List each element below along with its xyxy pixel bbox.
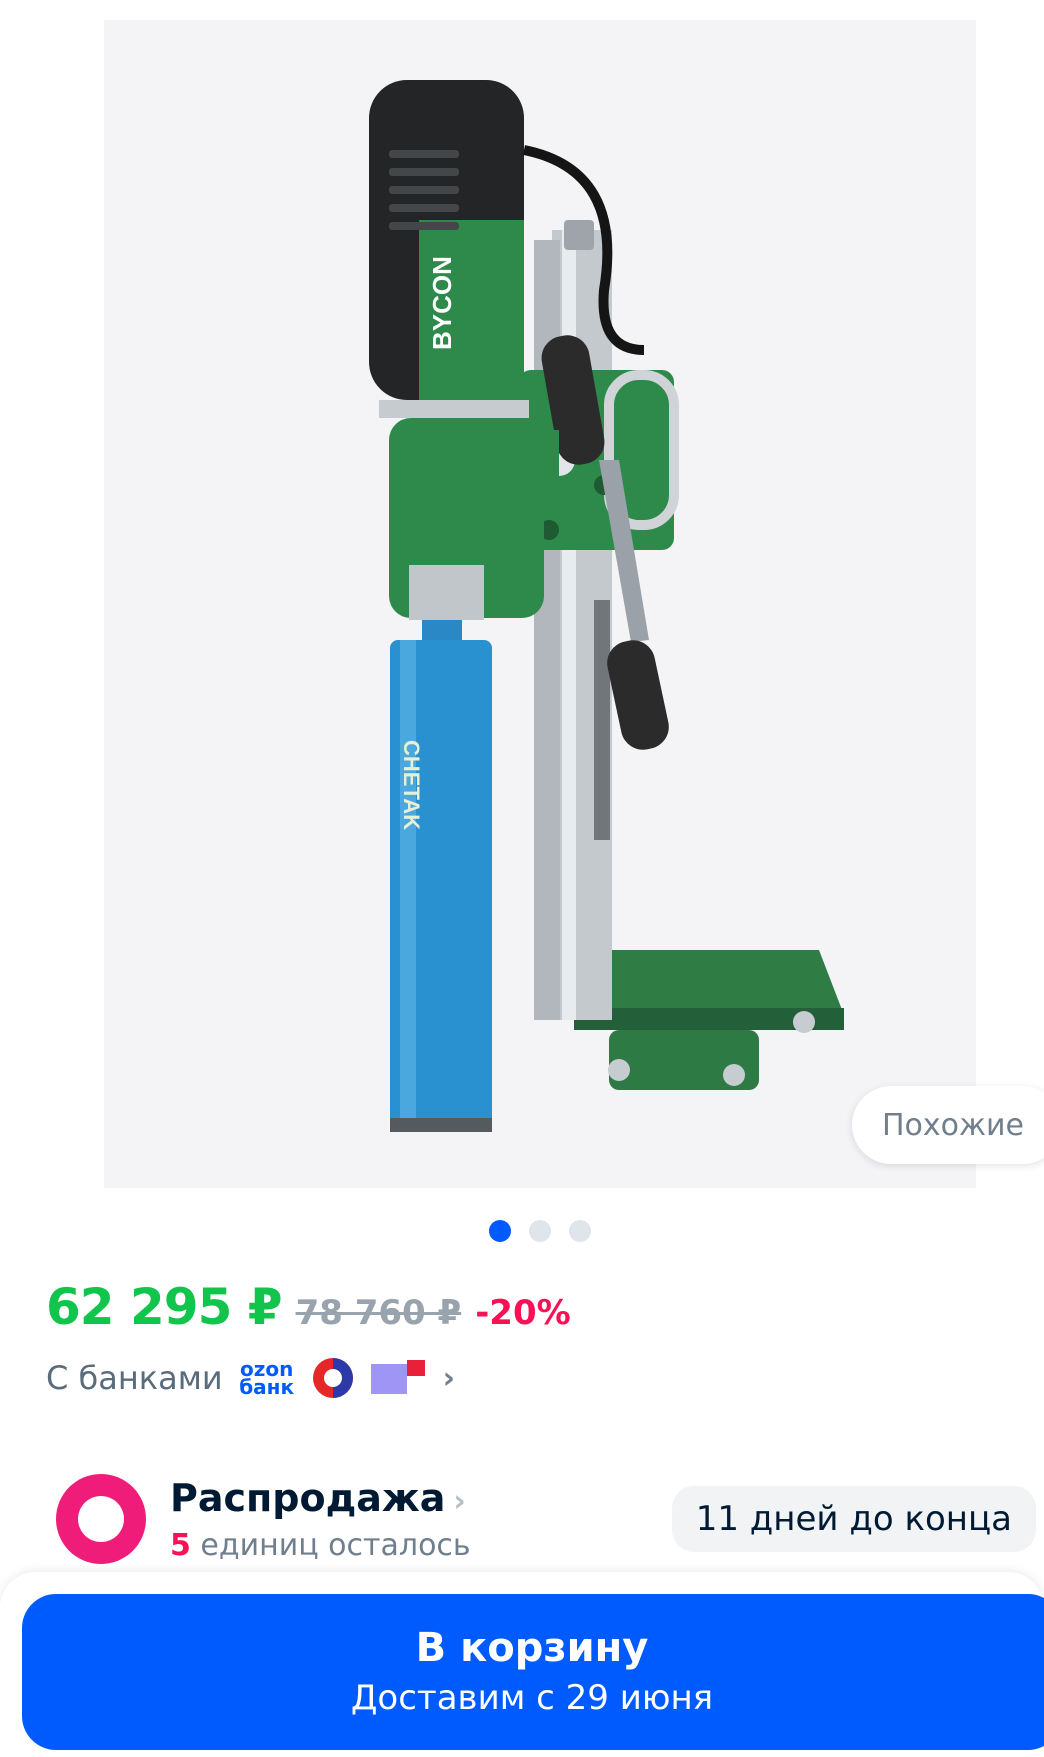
product-photo[interactable]: BYCON CHETAK: [104, 20, 976, 1188]
chevron-right-icon: ›: [442, 1360, 456, 1396]
chevron-right-icon: ›: [453, 1484, 466, 1519]
svg-text:BYCON: BYCON: [427, 256, 457, 350]
bank-offers-row[interactable]: С банками ozon банк ›: [46, 1350, 455, 1406]
add-to-cart-label: В корзину: [415, 1625, 649, 1671]
pagination-dot-1[interactable]: [488, 1220, 511, 1242]
units-left: 5 единиц осталось: [170, 1528, 471, 1563]
units-left-text: единиц осталось: [200, 1528, 471, 1563]
gallery-pagination: [0, 1220, 1044, 1242]
current-price: 62 295 ₽: [46, 1278, 283, 1336]
sale-title-text: Распродажа: [170, 1476, 446, 1520]
pagination-dot-3[interactable]: [568, 1220, 591, 1242]
bottom-action-bar: В корзину Доставим с 29 июня: [0, 1572, 1044, 1757]
delivery-date: Доставим с 29 июня: [350, 1678, 714, 1718]
days-left-badge: 11 дней до конца: [671, 1486, 1036, 1552]
units-left-count: 5: [170, 1528, 191, 1563]
pagination-dot-2[interactable]: [528, 1220, 551, 1242]
drill-stand-image: BYCON CHETAK: [369, 80, 844, 1132]
svg-text:CHETAK: CHETAK: [399, 740, 424, 830]
similar-label: Похожие: [882, 1107, 1025, 1143]
similar-button[interactable]: Похожие: [852, 1086, 1044, 1164]
ozon-bank-logo: ozon банк: [239, 1358, 295, 1398]
sale-block[interactable]: Распродажа › 5 единиц осталось 11 дней до…: [56, 1472, 1036, 1572]
sale-logo-icon: [56, 1474, 146, 1564]
old-price: 78 760 ₽: [295, 1293, 462, 1333]
ozon-logo-bottom: банк: [239, 1375, 295, 1399]
product-gallery[interactable]: BYCON CHETAK Похожие: [0, 0, 1044, 1210]
bank-square-icon: [370, 1358, 427, 1398]
bank-round-icon: [312, 1358, 353, 1398]
add-to-cart-button[interactable]: В корзину Доставим с 29 июня: [22, 1594, 1044, 1750]
banks-label: С банками: [46, 1359, 223, 1397]
discount-badge: -20%: [475, 1293, 571, 1333]
sale-title[interactable]: Распродажа ›: [170, 1476, 466, 1520]
price-row: 62 295 ₽ 78 760 ₽ -20%: [46, 1278, 571, 1336]
